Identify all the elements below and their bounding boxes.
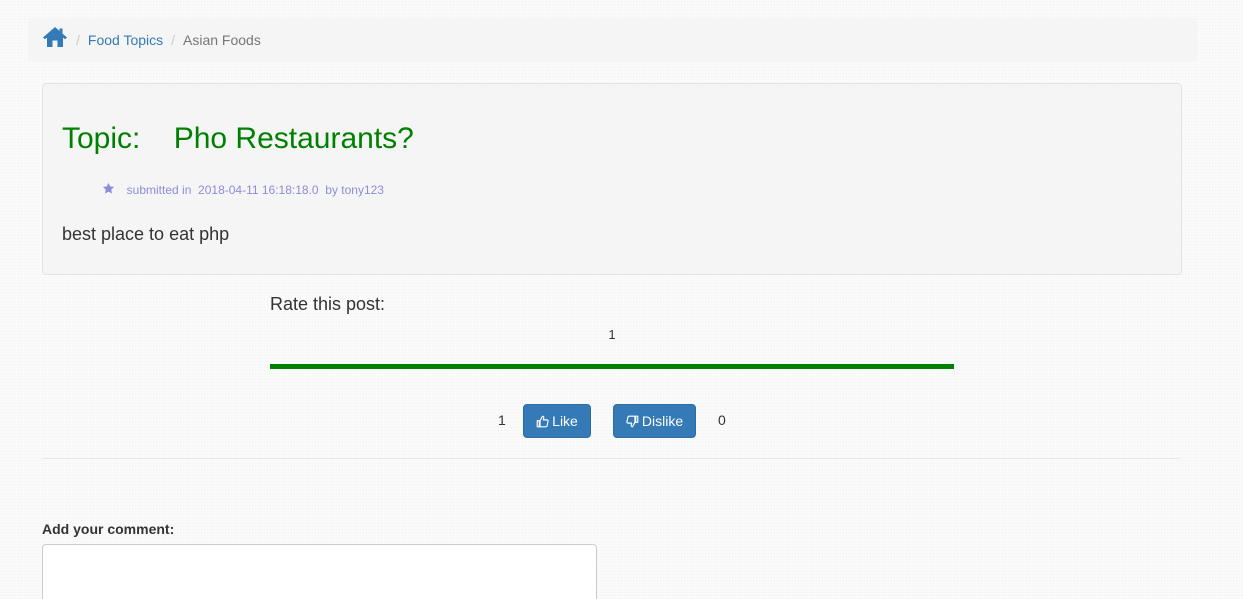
thumbs-up-icon — [536, 415, 549, 427]
topic-body: best place to eat php — [62, 224, 230, 244]
home-icon[interactable] — [42, 26, 68, 48]
rate-label: Rate this post: — [270, 294, 386, 314]
page: / Food Topics / Asian Foods Topic: Pho R… — [0, 0, 1243, 599]
breadcrumb-separator: / — [76, 32, 80, 48]
submitted-timestamp: 2018-04-11 16:18:18.0 — [198, 183, 319, 197]
topic-prefix: Topic: — [62, 122, 141, 155]
breadcrumb-link-food-topics[interactable]: Food Topics — [88, 32, 163, 48]
submitted-label: submitted in — [126, 183, 192, 197]
thumbs-down-icon — [626, 415, 639, 427]
topic-panel: Topic: Pho Restaurants? submitted in 201… — [42, 83, 1182, 275]
rate-value: 1 — [608, 327, 616, 342]
star-icon — [75, 168, 127, 212]
dislike-count: 0 — [718, 412, 726, 428]
topic-heading: Topic: Pho Restaurants? — [62, 122, 414, 156]
divider — [42, 458, 1181, 459]
comment-textarea[interactable] — [42, 544, 597, 599]
rating-slider[interactable] — [270, 364, 954, 369]
like-count: 1 — [498, 412, 506, 428]
dislike-label: Dislike — [641, 413, 684, 429]
topic-title: Pho Restaurants? — [173, 122, 414, 155]
rating-slider-fill — [270, 364, 954, 369]
topic-meta: submitted in 2018-04-11 16:18:18.0 by to… — [75, 168, 384, 212]
comment-label: Add your comment: — [42, 521, 175, 537]
breadcrumb-current-asian-foods: Asian Foods — [183, 32, 261, 48]
breadcrumb-separator: / — [171, 32, 176, 48]
like-label: Like — [552, 413, 578, 429]
like-button[interactable]: Like — [523, 404, 591, 438]
breadcrumb: / Food Topics / Asian Foods — [28, 18, 1197, 62]
author-label: by tony123 — [325, 183, 384, 197]
dislike-button[interactable]: Dislike — [613, 404, 696, 438]
